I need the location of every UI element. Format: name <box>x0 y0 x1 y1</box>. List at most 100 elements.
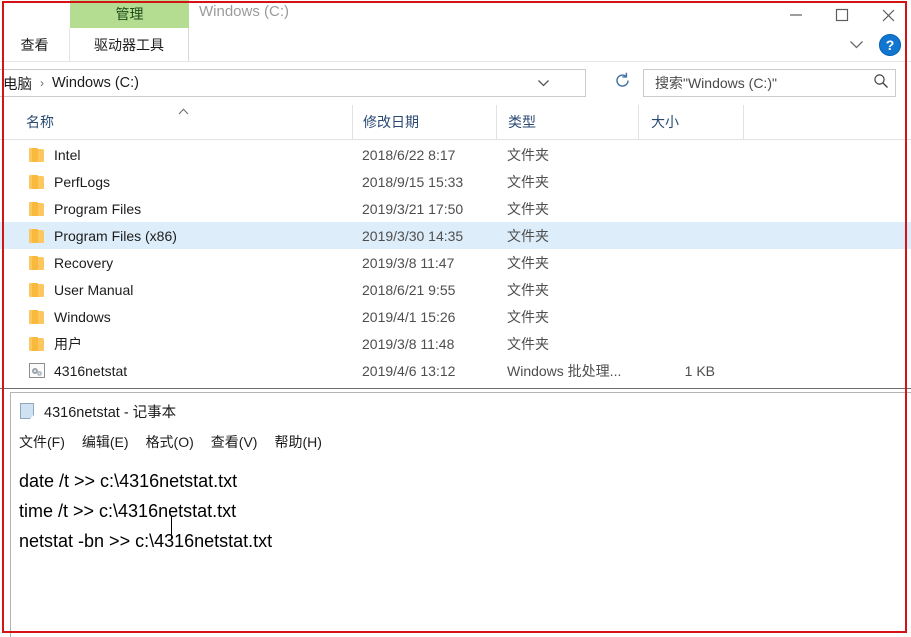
file-date-cell: 2019/4/6 13:12 <box>362 362 456 379</box>
help-button[interactable]: ? <box>879 34 901 56</box>
menu-file[interactable]: 文件(F) <box>19 432 65 452</box>
file-name-label: PerfLogs <box>54 173 111 190</box>
search-input[interactable] <box>653 74 873 92</box>
file-type-cell: 文件夹 <box>507 146 549 163</box>
file-type-cell: 文件夹 <box>507 281 549 298</box>
file-name-cell: Program Files <box>0 201 352 217</box>
ribbon-tab-row: 查看 驱动器工具 <box>0 28 189 61</box>
table-row[interactable]: PerfLogs 2018/9/15 15:33 文件夹 <box>0 168 911 195</box>
folder-icon <box>29 309 45 324</box>
file-type-cell: 文件夹 <box>507 200 549 217</box>
notepad-line: netstat -bn >> c:\4316netstat.txt <box>19 531 273 551</box>
column-header-size[interactable]: 大小 <box>638 104 743 140</box>
file-date-cell: 2019/4/1 15:26 <box>362 308 456 325</box>
notepad-title-bar[interactable]: 4316netstat - 记事本 <box>11 393 911 429</box>
menu-edit[interactable]: 编辑(E) <box>82 432 129 452</box>
column-header-name-label: 名称 <box>26 114 54 130</box>
text-caret <box>171 516 172 539</box>
file-date-cell: 2019/3/8 11:48 <box>362 335 455 352</box>
minimize-button[interactable] <box>773 0 819 30</box>
table-row[interactable]: Intel 2018/6/22 8:17 文件夹 <box>0 141 911 168</box>
file-name-cell: User Manual <box>0 282 352 298</box>
file-type-cell: 文件夹 <box>507 254 549 271</box>
explorer-bottom-edge <box>0 388 911 389</box>
file-size-cell: 1 KB <box>684 362 715 379</box>
minimize-icon <box>789 9 803 21</box>
folder-icon <box>29 336 45 351</box>
column-header-name[interactable]: 名称 <box>0 105 352 140</box>
notepad-line: date /t >> c:\4316netstat.txt <box>19 471 238 491</box>
maximize-icon <box>835 8 849 22</box>
file-name-cell: Program Files (x86) <box>0 228 352 244</box>
table-row[interactable]: Recovery 2019/3/8 11:47 文件夹 <box>0 249 911 276</box>
table-row[interactable]: 用户 2019/3/8 11:48 文件夹 <box>0 330 911 357</box>
table-row[interactable]: 4316netstat 2019/4/6 13:12 Windows 批处理... 1… <box>0 357 911 384</box>
column-header-type[interactable]: 类型 <box>496 104 638 140</box>
folder-icon <box>29 174 45 189</box>
menu-help[interactable]: 帮助(H) <box>274 432 321 452</box>
menu-view[interactable]: 查看(V) <box>211 432 258 452</box>
file-type-cell: 文件夹 <box>507 308 549 325</box>
sort-ascending-icon <box>178 107 189 118</box>
table-row[interactable]: Program Files 2019/3/21 17:50 文件夹 <box>0 195 911 222</box>
file-type-cell: Windows 批处理... <box>507 362 622 379</box>
address-bar[interactable]: 电脑 › Windows (C:) <box>0 69 586 97</box>
file-date-cell: 2018/6/21 9:55 <box>362 281 456 298</box>
file-date-cell: 2019/3/8 11:47 <box>362 254 455 271</box>
file-name-cell: Intel <box>0 147 352 163</box>
table-row[interactable]: Program Files (x86) 2019/3/30 14:35 文件夹 <box>0 222 911 249</box>
address-dropdown-button[interactable] <box>531 70 555 96</box>
column-header-row: 名称 修改日期 类型 大小 <box>0 104 911 140</box>
file-date-cell: 2018/6/22 8:17 <box>362 146 456 163</box>
file-name-label: Program Files (x86) <box>54 227 177 244</box>
refresh-button[interactable] <box>610 71 634 95</box>
file-name-cell: Windows <box>0 309 352 325</box>
search-box[interactable] <box>643 69 896 97</box>
file-name-cell: Recovery <box>0 255 352 271</box>
file-name-label: Program Files <box>54 200 142 217</box>
search-icon[interactable] <box>873 73 889 94</box>
file-list: Intel 2018/6/22 8:17 文件夹 PerfLogs 2018/9/15 … <box>0 141 911 386</box>
chevron-down-icon <box>537 74 550 92</box>
file-name-cell: 用户 <box>0 334 352 354</box>
folder-icon <box>29 147 45 162</box>
file-date-cell: 2018/9/15 15:33 <box>362 173 464 190</box>
maximize-button[interactable] <box>819 0 865 30</box>
ribbon: 管理 Windows (C:) 查看 驱动器工具 ? <box>0 0 911 62</box>
file-name-cell: 4316netstat <box>0 363 352 379</box>
file-explorer-window: 管理 Windows (C:) 查看 驱动器工具 ? 电脑 › Windows … <box>0 0 911 392</box>
file-name-label: 用户 <box>54 335 82 352</box>
tab-view[interactable]: 查看 <box>0 28 70 61</box>
file-name-label: Windows <box>54 308 111 325</box>
file-name-label: Intel <box>54 146 81 163</box>
menu-format[interactable]: 格式(O) <box>146 432 194 452</box>
table-row[interactable]: User Manual 2018/6/21 9:55 文件夹 <box>0 276 911 303</box>
file-type-cell: 文件夹 <box>507 173 549 190</box>
close-button[interactable] <box>865 0 911 30</box>
file-date-cell: 2019/3/30 14:35 <box>362 227 464 244</box>
window-title: Windows (C:) <box>199 3 290 20</box>
file-date-cell: 2019/3/21 17:50 <box>362 200 464 217</box>
column-header-date[interactable]: 修改日期 <box>352 104 496 140</box>
file-name-label: Recovery <box>54 254 114 271</box>
refresh-icon <box>614 72 631 94</box>
column-header-spacer <box>743 104 911 140</box>
file-name-label: 4316netstat <box>54 362 128 379</box>
chevron-down-icon <box>849 36 864 54</box>
folder-icon <box>29 228 45 243</box>
batch-file-icon <box>29 363 45 378</box>
breadcrumb-this-pc[interactable]: 电脑 <box>3 73 32 94</box>
breadcrumb-separator: › <box>40 76 44 90</box>
ribbon-expand-button[interactable] <box>843 33 869 57</box>
table-row[interactable]: Windows 2019/4/1 15:26 文件夹 <box>0 303 911 330</box>
notepad-text-area[interactable]: date /t >> c:\4316netstat.txt time /t >>… <box>11 455 911 556</box>
folder-icon <box>29 282 45 297</box>
file-name-cell: PerfLogs <box>0 174 352 190</box>
breadcrumb-windows-c[interactable]: Windows (C:) <box>52 75 139 91</box>
close-icon <box>881 8 896 23</box>
notepad-window: 4316netstat - 记事本 文件(F) 编辑(E) 格式(O) 查看(V) 帮助… <box>10 392 911 637</box>
notepad-line: time /t >> c:\4316netstat.txt <box>19 501 237 521</box>
notepad-title-text: 4316netstat - 记事本 <box>44 404 177 421</box>
tab-drive-tools[interactable]: 驱动器工具 <box>70 28 189 61</box>
folder-icon <box>29 255 45 270</box>
